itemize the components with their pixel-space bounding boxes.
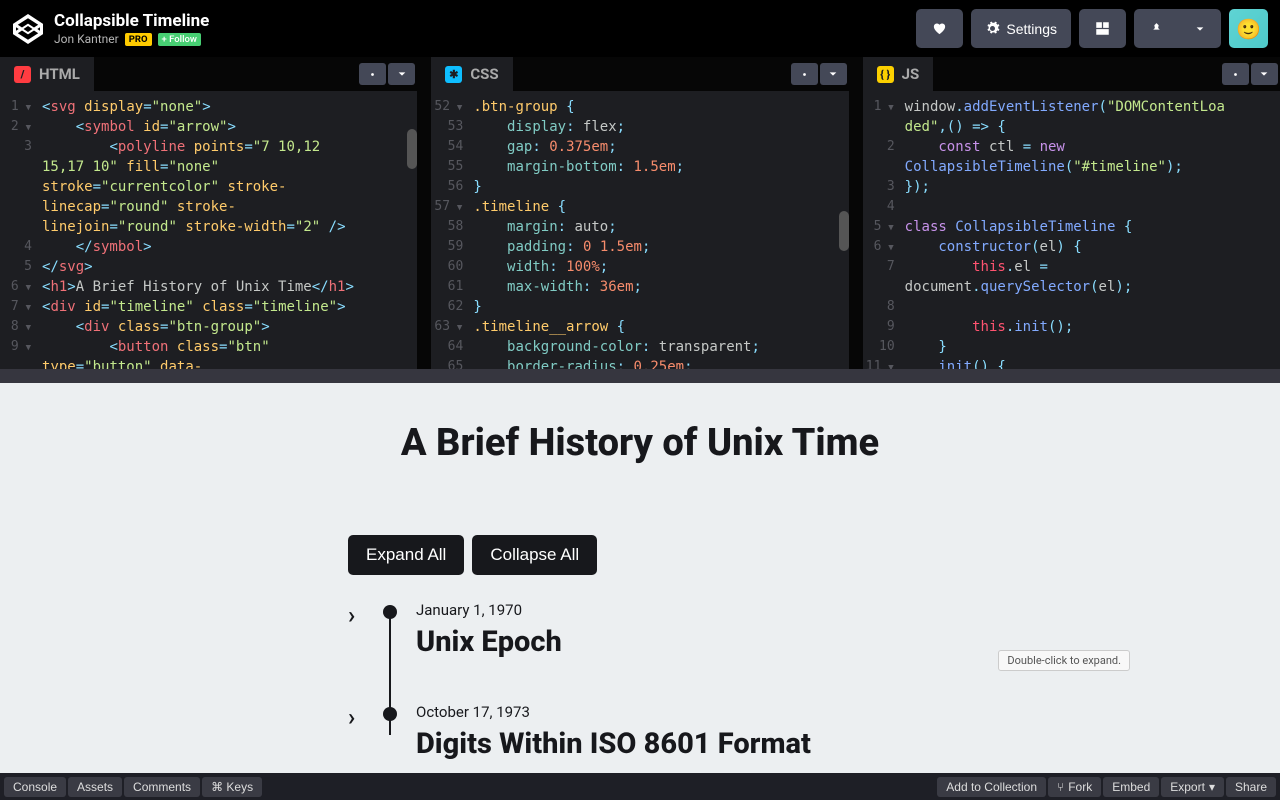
embed-button[interactable]: Embed xyxy=(1103,777,1159,797)
layout-icon xyxy=(1095,21,1110,36)
js-dropdown-button[interactable] xyxy=(1251,63,1278,85)
chevron-down-icon xyxy=(397,69,407,79)
html-tab-label: HTML xyxy=(39,65,80,83)
pin-button[interactable] xyxy=(1134,9,1179,48)
assets-button[interactable]: Assets xyxy=(68,777,122,797)
css-editor-pane: ✱ CSS 52 ▼5354555657 ▼585960616263 ▼6465… xyxy=(431,57,848,369)
author-link[interactable]: Jon Kantner xyxy=(54,32,119,46)
html-code-area[interactable]: 1 ▼2 ▼3456 ▼7 ▼8 ▼9 ▼ <svg display="none… xyxy=(0,91,417,369)
gear-icon xyxy=(367,69,378,80)
button-group: Expand All Collapse All xyxy=(348,535,1280,575)
pin-dropdown[interactable] xyxy=(1179,9,1221,48)
console-button[interactable]: Console xyxy=(4,777,66,797)
title-area: Collapsible Timeline Jon Kantner PRO + F… xyxy=(54,11,916,46)
settings-label: Settings xyxy=(1006,21,1057,37)
timeline-item[interactable]: › January 1, 1970 Unix Epoch xyxy=(348,601,1280,703)
chevron-down-icon xyxy=(828,69,838,79)
timeline-item[interactable]: › October 17, 1973 Digits Within ISO 860… xyxy=(348,703,1280,773)
pin-icon xyxy=(1150,21,1163,36)
collapse-all-button[interactable]: Collapse All xyxy=(472,535,597,575)
scrollbar-thumb[interactable] xyxy=(407,129,417,169)
fork-button[interactable]: ⑂ Fork xyxy=(1048,777,1101,797)
follow-button[interactable]: + Follow xyxy=(158,33,201,46)
codepen-logo[interactable] xyxy=(12,13,44,45)
html-icon: / xyxy=(14,66,31,83)
add-collection-button[interactable]: Add to Collection xyxy=(937,777,1046,797)
comments-button[interactable]: Comments xyxy=(124,777,200,797)
html-dropdown-button[interactable] xyxy=(388,63,415,85)
header-actions: Settings 🙂 xyxy=(916,9,1268,48)
js-tab-label: JS xyxy=(902,65,920,83)
keys-button[interactable]: ⌘ Keys xyxy=(202,777,262,797)
css-dropdown-button[interactable] xyxy=(820,63,847,85)
js-icon: { } xyxy=(877,66,894,83)
js-settings-button[interactable] xyxy=(1222,63,1249,85)
resize-divider[interactable] xyxy=(0,369,1280,383)
pro-badge: PRO xyxy=(125,33,152,46)
footer: Console Assets Comments ⌘ Keys Add to Co… xyxy=(0,773,1280,800)
share-button[interactable]: Share xyxy=(1226,777,1276,797)
gear-icon xyxy=(985,21,1000,36)
heart-icon xyxy=(932,21,947,36)
gear-icon xyxy=(1230,69,1241,80)
export-button[interactable]: Export ▾ xyxy=(1161,777,1224,797)
preview-heading: A Brief History of Unix Time xyxy=(0,421,1280,465)
js-code-area[interactable]: 1 ▼2345 ▼6 ▼7891011 ▼ window.addEventLis… xyxy=(863,91,1280,369)
html-settings-button[interactable] xyxy=(359,63,386,85)
timeline-dot xyxy=(383,707,397,721)
timeline-title: Unix Epoch xyxy=(416,625,562,659)
chevron-down-icon xyxy=(1259,69,1269,79)
tooltip: Double-click to expand. xyxy=(998,650,1130,671)
css-settings-button[interactable] xyxy=(791,63,818,85)
love-button[interactable] xyxy=(916,9,963,48)
timeline-date: October 17, 1973 xyxy=(416,703,811,721)
pen-title[interactable]: Collapsible Timeline xyxy=(54,11,916,31)
timeline-title: Digits Within ISO 8601 Format xyxy=(416,727,811,761)
header: Collapsible Timeline Jon Kantner PRO + F… xyxy=(0,0,1280,57)
css-tab[interactable]: ✱ CSS xyxy=(431,57,512,91)
layout-button[interactable] xyxy=(1079,9,1126,48)
chevron-down-icon: ▾ xyxy=(1209,780,1215,794)
css-code-area[interactable]: 52 ▼5354555657 ▼585960616263 ▼6465 .btn-… xyxy=(431,91,848,369)
chevron-right-icon[interactable]: › xyxy=(348,601,376,629)
html-tab[interactable]: / HTML xyxy=(0,57,94,91)
fork-label: Fork xyxy=(1068,780,1092,794)
avatar[interactable]: 🙂 xyxy=(1229,9,1268,48)
fork-icon: ⑂ xyxy=(1057,780,1064,794)
timeline: › January 1, 1970 Unix Epoch › October 1… xyxy=(348,601,1280,773)
css-icon: ✱ xyxy=(445,66,462,83)
js-editor-pane: { } JS 1 ▼2345 ▼6 ▼7891011 ▼ window.addE… xyxy=(863,57,1280,369)
export-label: Export xyxy=(1170,780,1205,794)
js-tab[interactable]: { } JS xyxy=(863,57,934,91)
scrollbar-thumb[interactable] xyxy=(839,211,849,251)
html-editor-pane: / HTML 1 ▼2 ▼3456 ▼7 ▼8 ▼9 ▼ <svg displa… xyxy=(0,57,417,369)
settings-button[interactable]: Settings xyxy=(971,9,1071,48)
chevron-down-icon xyxy=(1195,24,1205,34)
preview-pane: A Brief History of Unix Time Expand All … xyxy=(0,383,1280,773)
timeline-date: January 1, 1970 xyxy=(416,601,562,619)
expand-all-button[interactable]: Expand All xyxy=(348,535,464,575)
editors-row: / HTML 1 ▼2 ▼3456 ▼7 ▼8 ▼9 ▼ <svg displa… xyxy=(0,57,1280,369)
chevron-right-icon[interactable]: › xyxy=(348,703,376,731)
css-tab-label: CSS xyxy=(470,65,498,83)
gear-icon xyxy=(799,69,810,80)
